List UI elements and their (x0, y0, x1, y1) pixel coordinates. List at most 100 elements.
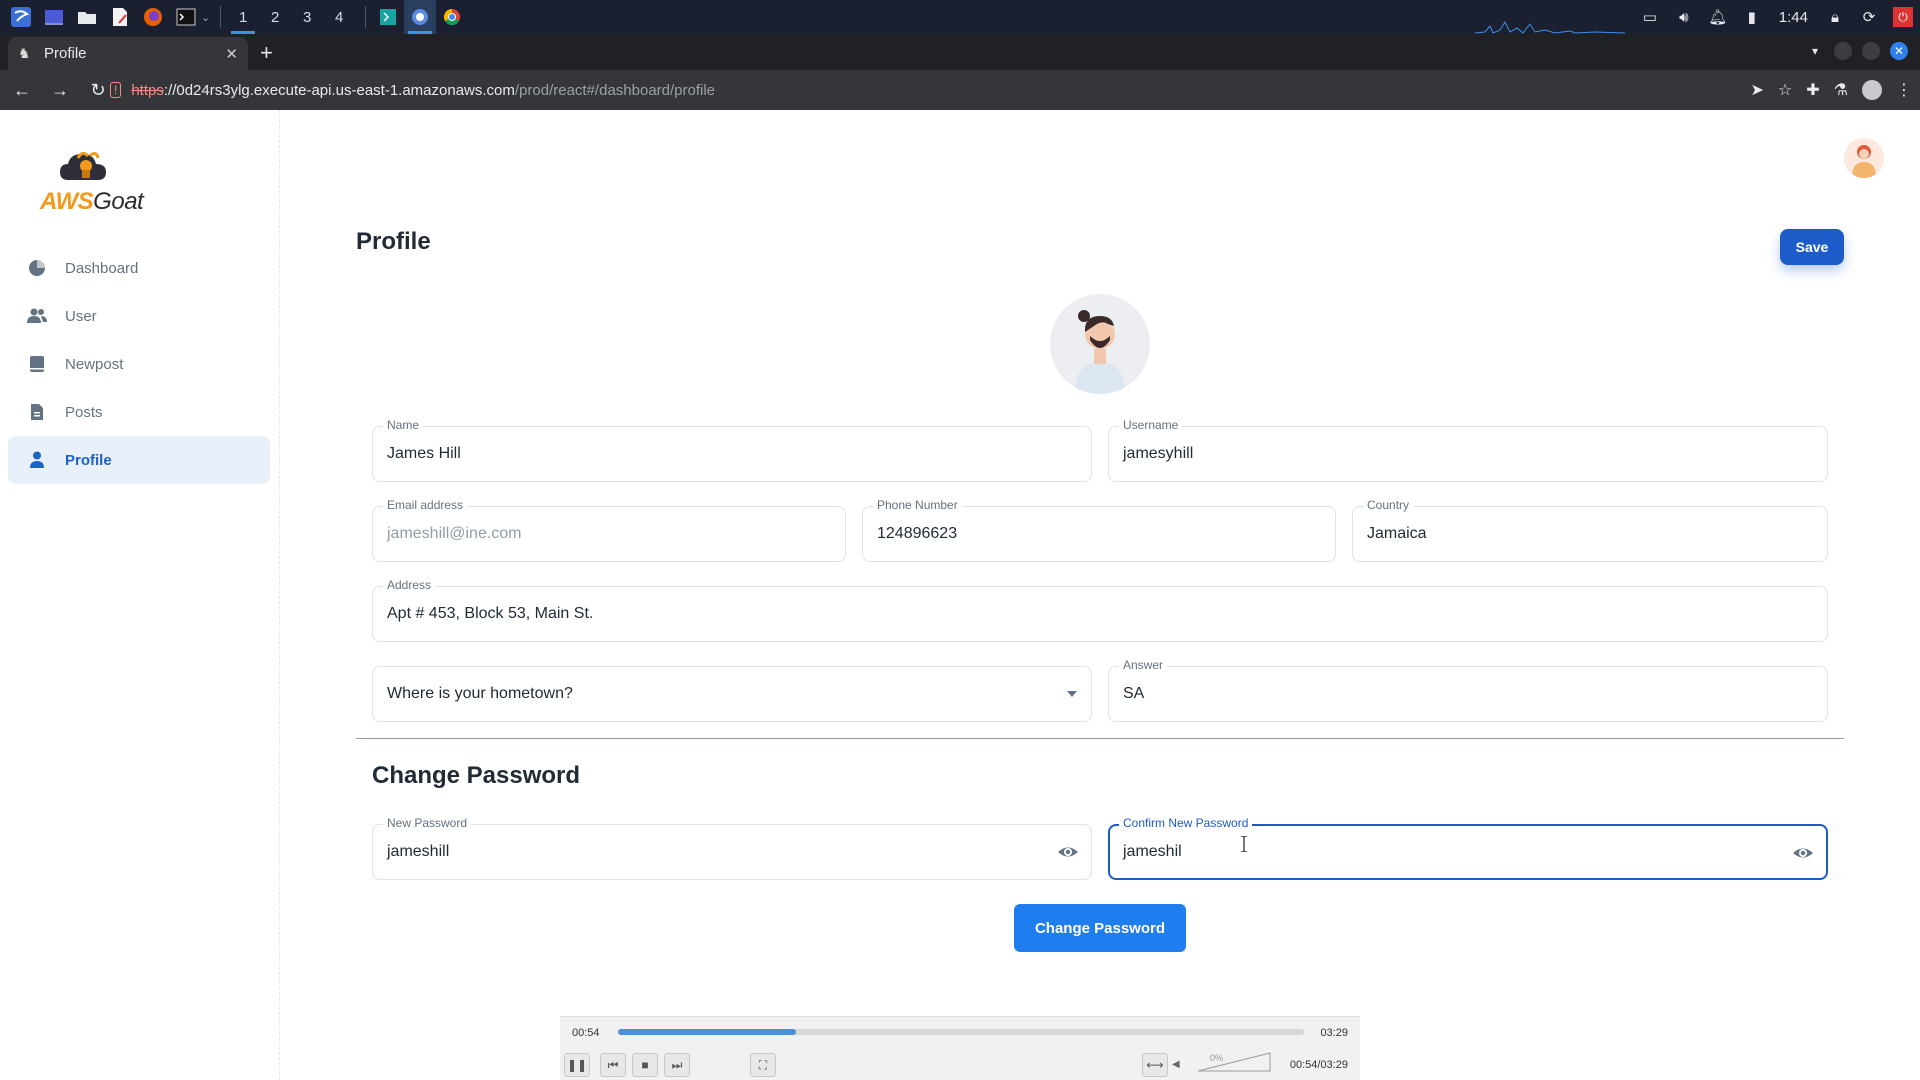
new-password-field[interactable]: New Password jameshill (372, 816, 1092, 880)
extensions-icon[interactable]: ✚ (1806, 80, 1819, 100)
sidebar-item-profile[interactable]: Profile (8, 436, 270, 484)
sidebar-item-dashboard[interactable]: Dashboard (8, 244, 270, 292)
bookmark-star-icon[interactable]: ☆ (1778, 80, 1792, 100)
browser-window-icon[interactable] (404, 0, 437, 34)
logo-text: AWSGoat (40, 188, 144, 216)
address-field[interactable]: Address Apt # 453, Block 53, Main St. (372, 578, 1828, 642)
stop-icon[interactable]: ■ (632, 1053, 658, 1077)
tab-search-icon[interactable]: ▾ (1806, 42, 1824, 60)
terminal-icon[interactable] (174, 5, 198, 29)
terminal-window-icon[interactable] (372, 0, 404, 34)
desktop-icon[interactable] (42, 5, 66, 29)
username-field[interactable]: Username jamesyhill (1108, 418, 1828, 482)
change-password-button[interactable]: Change Password (1014, 904, 1186, 952)
current-time: 00:54 (572, 1027, 600, 1039)
maximize-icon[interactable] (1862, 42, 1880, 60)
launcher-dropdown-icon[interactable]: ⌄ (201, 11, 210, 24)
new-tab-icon[interactable]: + (260, 40, 273, 66)
volume-icon[interactable]: 🔊︎ (1667, 9, 1701, 26)
loop-icon[interactable]: ⟷ (1142, 1053, 1168, 1077)
awsgoat-logo[interactable]: AWSGoat (38, 140, 158, 216)
eye-icon[interactable] (1792, 842, 1814, 864)
workspace-2[interactable]: 2 (259, 0, 291, 34)
forward-icon[interactable]: → (44, 80, 76, 101)
country-value: Jamaica (1367, 525, 1427, 542)
close-tab-icon[interactable]: ✕ (225, 45, 238, 63)
answer-label: Answer (1119, 658, 1168, 672)
next-icon[interactable]: ⏭ (664, 1053, 690, 1077)
window-close-icon[interactable]: ✕ (1890, 42, 1908, 60)
volume-slider[interactable] (1196, 1051, 1272, 1073)
email-value: jameshill@ine.com (387, 525, 522, 542)
menu-kebab-icon[interactable]: ⋮ (1896, 80, 1912, 100)
save-button[interactable]: Save (1780, 229, 1844, 265)
browser-address-bar: ← → ↻ ! https://0d24rs3ylg.execute-api.u… (0, 70, 1920, 110)
lock-icon[interactable]: 🔒︎ (1818, 9, 1852, 26)
not-secure-icon[interactable]: ! (110, 82, 122, 98)
battery-icon[interactable]: ▮ (1735, 8, 1769, 26)
taskbar-separator (365, 6, 367, 28)
taskbar-separator (220, 6, 222, 28)
send-icon[interactable]: ➤ (1751, 80, 1764, 100)
total-time: 03:29 (1320, 1027, 1348, 1039)
sidebar-item-newpost[interactable]: Newpost (8, 340, 270, 388)
workspace-1[interactable]: 1 (227, 0, 259, 34)
logo-text-goat: Goat (93, 188, 144, 215)
top-bar (280, 110, 1920, 202)
country-field[interactable]: Country Jamaica (1352, 498, 1828, 562)
start-menu-icon[interactable] (9, 5, 33, 29)
seek-bar[interactable] (618, 1029, 1304, 1035)
text-editor-icon[interactable] (108, 5, 132, 29)
time-readout: 00:54/03:29 (1289, 1059, 1348, 1071)
email-field[interactable]: Email address jameshill@ine.com (372, 498, 846, 562)
main-content: Profile Save Name James Hill Username ja… (280, 202, 1920, 1080)
workspace-4[interactable]: 4 (323, 0, 355, 34)
name-label: Name (383, 418, 424, 432)
screen-icon[interactable]: ▭ (1633, 8, 1667, 26)
previous-icon[interactable]: ⏮ (600, 1053, 626, 1077)
confirm-password-label: Confirm New Password (1119, 816, 1253, 830)
document-icon (27, 402, 47, 422)
users-icon (27, 306, 47, 326)
answer-field[interactable]: Answer SA (1108, 658, 1828, 722)
browser-profile-icon[interactable] (1862, 80, 1882, 100)
confirm-password-field[interactable]: Confirm New Password jameshil (1108, 816, 1828, 880)
sidebar-item-user[interactable]: User (8, 292, 270, 340)
new-password-value: jameshill (387, 843, 450, 860)
eye-icon[interactable] (1057, 841, 1079, 863)
chevron-down-icon[interactable] (1067, 691, 1077, 697)
sidebar-item-label: Dashboard (65, 259, 139, 277)
name-value: James Hill (387, 445, 461, 462)
account-avatar[interactable] (1844, 138, 1884, 178)
power-icon[interactable]: ⏻ (1886, 7, 1920, 27)
sidebar-item-posts[interactable]: Posts (8, 388, 270, 436)
phone-field[interactable]: Phone Number 124896623 (862, 498, 1336, 562)
workspace-3[interactable]: 3 (291, 0, 323, 34)
sidebar: AWSGoat Dashboard User Newpost Posts Pro… (0, 110, 280, 1080)
refresh-icon[interactable]: ⟳ (1852, 8, 1886, 26)
pause-icon[interactable]: ❚❚ (564, 1053, 590, 1077)
security-question-select[interactable]: Where is your hometown? (372, 666, 1092, 722)
username-label: Username (1119, 418, 1183, 432)
firefox-icon[interactable] (141, 5, 165, 29)
name-field[interactable]: Name James Hill (372, 418, 1092, 482)
clock[interactable]: 1:44 (1779, 9, 1808, 26)
chrome-window-icon[interactable] (436, 0, 468, 34)
lab-icon[interactable]: ⚗ (1834, 80, 1848, 100)
url-scheme: https (131, 81, 164, 99)
phone-label: Phone Number (873, 498, 962, 512)
browser-tab[interactable]: ♞ Profile ✕ (8, 37, 248, 70)
tab-title: Profile (44, 45, 87, 62)
sidebar-nav: Dashboard User Newpost Posts Profile (8, 244, 270, 484)
ibeam-cursor-icon (1241, 836, 1247, 852)
url-field[interactable]: ! https://0d24rs3ylg.execute-api.us-east… (110, 75, 1710, 105)
sidebar-item-label: Posts (65, 403, 103, 421)
profile-picture[interactable] (1050, 294, 1150, 394)
notification-bell-icon[interactable]: 🔔︎ (1701, 8, 1735, 26)
back-icon[interactable]: ← (6, 80, 38, 101)
speaker-icon[interactable]: ◀ (1172, 1059, 1180, 1070)
minimize-icon[interactable] (1834, 42, 1852, 60)
network-graph-icon (1475, 20, 1625, 34)
fullscreen-icon[interactable]: ⛶ (750, 1053, 776, 1077)
file-manager-icon[interactable] (75, 5, 99, 29)
